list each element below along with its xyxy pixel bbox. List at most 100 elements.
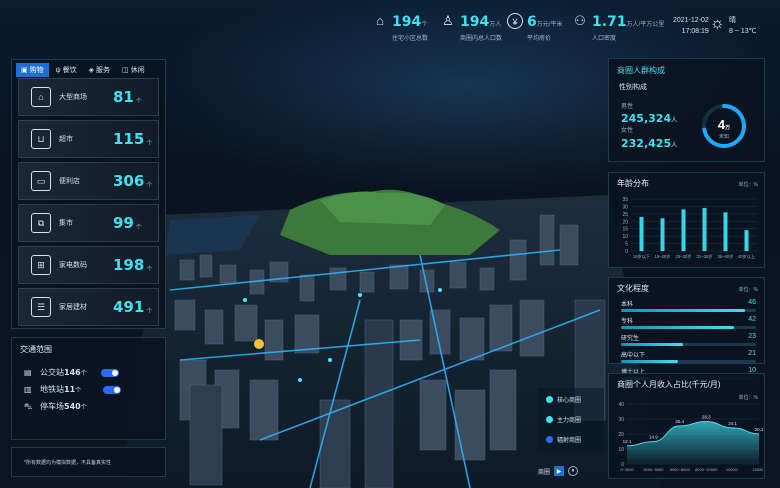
y-tick-label: 20 [622, 219, 628, 225]
edu-label: 高中以下 [621, 353, 646, 359]
handshake-icon: ◈ [88, 67, 95, 74]
poi-card-mall[interactable]: ⌂ 大型商场 81 个 [18, 78, 159, 116]
income-area-chart: 01020304012.10~300014.93000~500025.45000… [618, 402, 763, 472]
edu-panel: 文化程度 单位：% 本科46专科42研究生23高中以下21博士以上10 [608, 277, 765, 380]
poi-card-convenience[interactable]: ▭ 便利店 306 个 [18, 162, 159, 200]
age-bar-chart: 05 1015 2025 3035 19岁以下 19~25岁 26~30岁 31~35岁 36~… [622, 197, 757, 260]
note-panel: *所有数据均为模拟数据，不具备真实性 [11, 447, 166, 477]
x-tick-label: 0~3000 [620, 467, 634, 472]
y-tick-label: 35 [622, 197, 628, 203]
tab-service[interactable]: ◈ 服务 [84, 63, 115, 77]
poi-card-furniture[interactable]: ☰ 家居建材 491 个 [18, 288, 159, 326]
legend-dot-icon [546, 436, 553, 443]
age-bar [723, 212, 728, 251]
y-tick-label: 0 [625, 249, 628, 255]
play-button[interactable]: ▶ [554, 466, 565, 476]
edu-list: 本科46专科42研究生23高中以下21博士以上10 [609, 299, 764, 380]
data-label: 25.4 [675, 419, 684, 424]
data-label: 24.1 [728, 421, 737, 426]
edu-bar-fill [621, 360, 678, 363]
furniture-icon: ☰ [31, 297, 51, 317]
legend-dot-icon [546, 416, 553, 423]
edu-bar [621, 360, 756, 363]
age-bar [681, 209, 686, 251]
edu-row: 本科 46 [621, 299, 756, 308]
disclaimer-text: *所有数据均为模拟数据，不具备真实性 [24, 459, 111, 466]
controls-label: 商圈 [538, 469, 551, 476]
poi-card-supermarket[interactable]: ⊔ 超市 115 个 [18, 120, 159, 158]
x-tick-label: 10000~ [726, 467, 740, 472]
y-tick-label: 40 [618, 402, 624, 408]
poi-card-market[interactable]: ⧉ 集市 99 个 [18, 204, 159, 242]
stat-density: ⚇ 1.71万人/平方公里 人口密度 [572, 13, 664, 42]
bus-icon: ▤ [24, 368, 32, 377]
edu-row: 高中以下 21 [621, 350, 756, 359]
traffic-row-subway: ▥ 地铁站 11 个 [24, 384, 165, 395]
edu-value: 42 [748, 316, 756, 323]
x-tick-label: 3000~5000 [643, 467, 664, 472]
x-tick-label: 40岁以上 [738, 253, 755, 260]
poi-tabs: ▣ 购物 ψ 餐饮 ◈ 服务 ◫ 休闲 [12, 60, 165, 80]
edu-bar [621, 309, 756, 312]
y-tick-label: 10 [622, 234, 628, 240]
x-tick-label: 36~40岁 [718, 253, 734, 260]
map-controls: 商圈 ▶ ⏸ [538, 466, 579, 476]
legend-core[interactable]: 核心商圈 [546, 395, 581, 404]
data-label: 14.9 [649, 435, 658, 440]
mall-icon: ⌂ [31, 87, 51, 107]
traffic-panel: 交通范围 ▤ 公交站 146 个 ▥ 地铁站 11 个 ⛍ 停车场 540 个 [11, 337, 166, 440]
x-tick-label: 31~35岁 [697, 253, 713, 260]
edu-bar [621, 343, 756, 346]
tab-leisure[interactable]: ◫ 休闲 [117, 63, 150, 77]
legend-radiate[interactable]: 辐射商圈 [546, 435, 581, 444]
edu-row: 专科 42 [621, 316, 756, 325]
edu-bar-fill [621, 343, 684, 346]
traffic-row-bus: ▤ 公交站 146 个 [24, 367, 165, 378]
x-tick-label: 19岁以下 [633, 253, 650, 260]
y-tick-label: 5 [625, 242, 628, 248]
stat-communities: ⌂ 194个 住宅小区总数 [372, 13, 428, 42]
data-label: 20.1 [755, 427, 763, 432]
y-tick-label: 25 [622, 212, 628, 218]
date-text: 2021-12-02 [673, 17, 709, 24]
datetime: 2021-12-02 17:08:19 [673, 15, 709, 37]
edu-label: 专科 [621, 319, 634, 325]
y-tick-label: 30 [622, 204, 628, 210]
subway-icon: ▥ [24, 385, 32, 394]
home-icon: ⌂ [376, 13, 384, 28]
tab-dining[interactable]: ψ 餐饮 [51, 63, 82, 77]
bus-toggle[interactable] [100, 368, 119, 377]
edu-bar-fill [621, 326, 735, 329]
age-bar [702, 207, 707, 251]
age-bar [660, 218, 665, 251]
age-bar [744, 230, 749, 251]
traffic-title: 交通范围 [20, 345, 52, 354]
tab-shopping[interactable]: ▣ 购物 [16, 63, 49, 77]
age-panel: 年龄分布 单位：% 0 5 10 15 20 25 30 35 19岁以下 19~25岁 26~30… [608, 172, 765, 268]
poi-card-appliance[interactable]: ⊞ 家电数码 198 个 [18, 246, 159, 284]
subway-toggle[interactable] [103, 385, 122, 394]
edu-bar [621, 326, 756, 329]
time-text: 17:08:19 [681, 28, 709, 35]
edu-label: 本科 [621, 302, 634, 308]
income-area [627, 421, 759, 464]
legend-main[interactable]: 主力商圈 [546, 415, 581, 424]
parking-icon: ⛍ [24, 401, 33, 411]
female-count: 232,425 [621, 137, 672, 150]
store-icon: ▭ [31, 171, 51, 191]
edu-value: 46 [748, 299, 756, 306]
age-bar [639, 216, 644, 251]
stat-population: ♙ 194万人 商圈内总人口数 [440, 13, 502, 42]
y-tick-label: 20 [618, 432, 624, 438]
data-label: 12.1 [623, 439, 632, 444]
x-tick-label: 5000~8000 [670, 467, 691, 472]
edu-value: 21 [748, 350, 756, 357]
edu-value: 23 [748, 333, 756, 340]
edu-label: 研究生 [621, 336, 640, 342]
pause-button[interactable]: ⏸ [568, 466, 579, 476]
edu-row: 研究生 23 [621, 333, 756, 342]
person-icon: ♙ [442, 13, 454, 28]
cup-icon: ◫ [122, 67, 129, 74]
x-tick-label: 19~25岁 [655, 253, 671, 260]
y-tick-label: 30 [618, 417, 624, 423]
